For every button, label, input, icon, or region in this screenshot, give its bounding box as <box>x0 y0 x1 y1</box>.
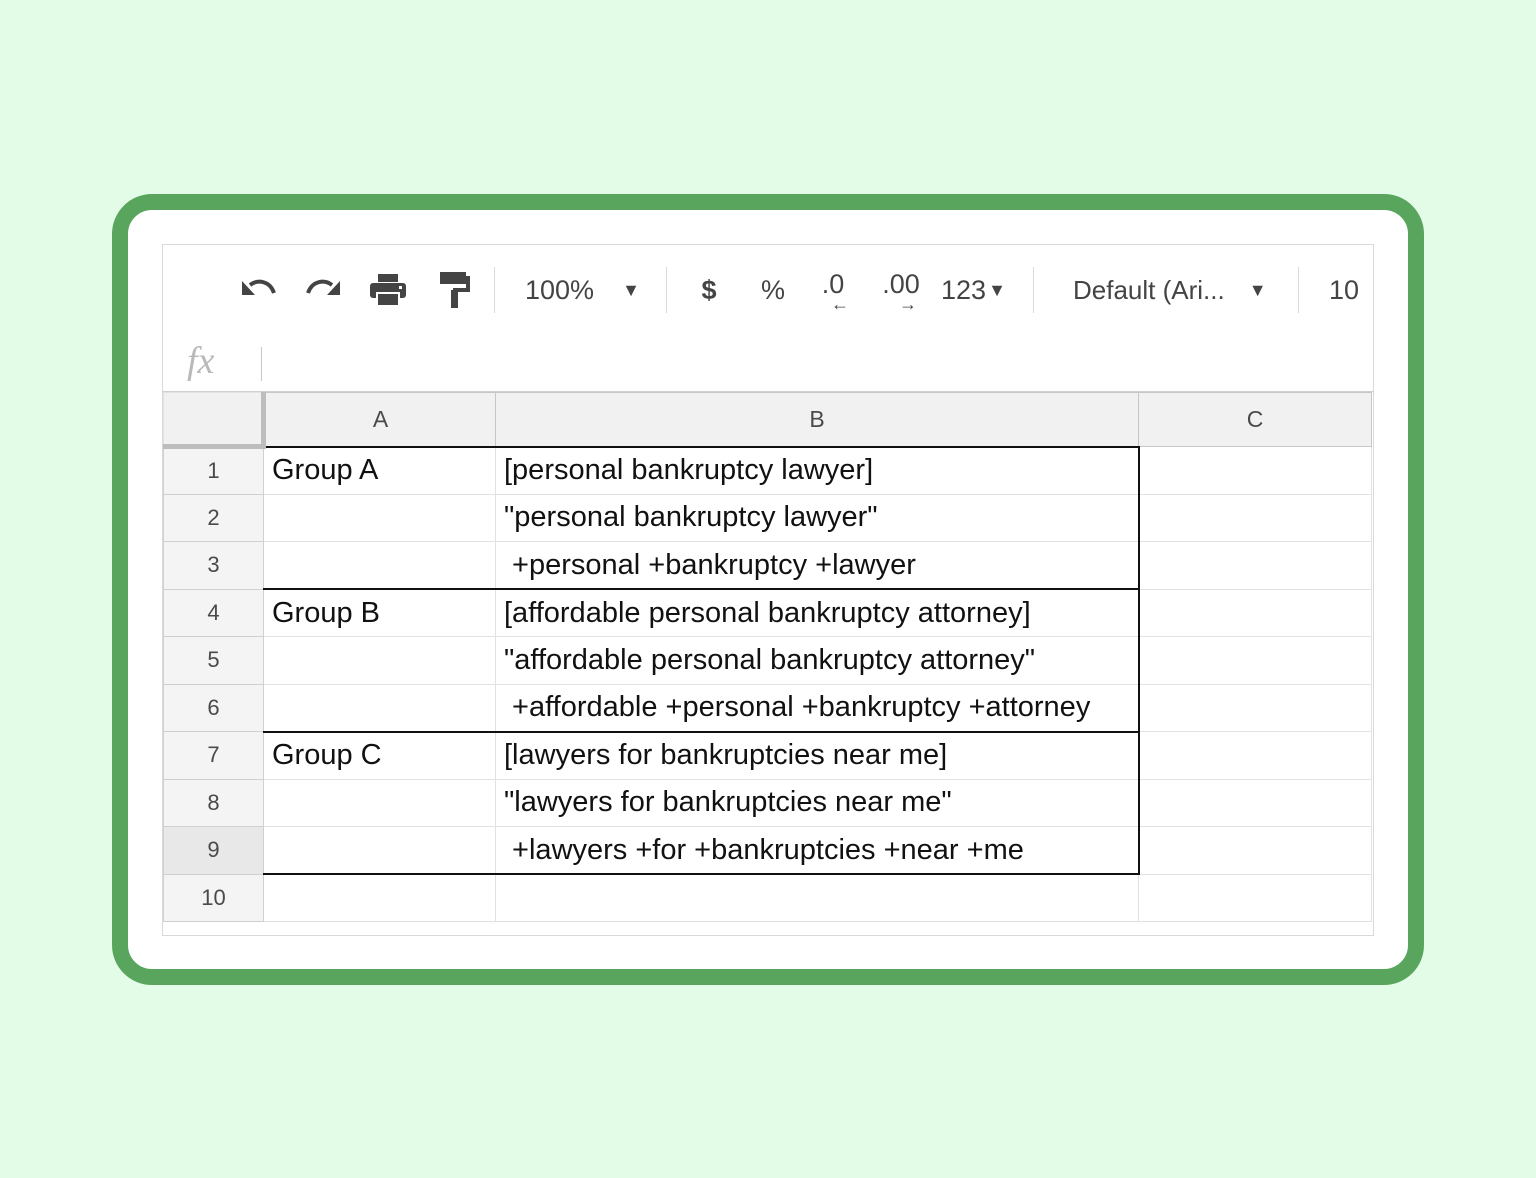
table-row: 6 +affordable +personal +bankruptcy +att… <box>163 683 1372 733</box>
formula-input[interactable] <box>273 341 1357 385</box>
cell-a6[interactable] <box>263 683 496 733</box>
dropdown-caret-icon: ▼ <box>622 279 640 300</box>
row-header[interactable]: 5 <box>163 636 264 685</box>
cell-c3[interactable] <box>1138 541 1372 590</box>
table-row: 2 "personal bankruptcy lawyer" <box>163 493 1372 542</box>
cell-a10[interactable] <box>263 873 496 922</box>
toolbar-divider <box>1298 267 1299 313</box>
row-header[interactable]: 2 <box>163 493 264 542</box>
currency-format-button[interactable]: $ <box>691 267 727 313</box>
column-header-row: A B C <box>163 392 1372 449</box>
row-header[interactable]: 3 <box>163 541 264 590</box>
cell-b7[interactable]: [lawyers for bankruptcies near me] <box>495 731 1140 780</box>
table-row: 9 +lawyers +for +bankruptcies +near +me <box>163 826 1372 875</box>
cell-a1[interactable]: Group A <box>263 445 496 495</box>
cell-c8[interactable] <box>1138 778 1372 827</box>
redo-icon <box>306 279 340 295</box>
increase-decimal-button[interactable]: .00 → <box>875 267 927 313</box>
cell-a2[interactable] <box>263 493 496 542</box>
percent-format-button[interactable]: % <box>755 267 791 313</box>
row-header[interactable]: 8 <box>163 778 264 827</box>
cell-a9[interactable] <box>263 826 496 875</box>
paint-format-icon <box>440 272 470 308</box>
table-row: 5 "affordable personal bankruptcy attorn… <box>163 636 1372 685</box>
percent-label: % <box>760 274 785 305</box>
print-icon <box>370 274 406 307</box>
cell-a8[interactable] <box>263 778 496 827</box>
zoom-select[interactable]: 100% ▼ <box>525 267 653 313</box>
redo-button[interactable] <box>301 267 347 313</box>
cell-b1[interactable]: [personal bankruptcy lawyer] <box>495 445 1140 495</box>
font-size-select[interactable]: 10 <box>1329 267 1373 313</box>
row-header[interactable]: 10 <box>163 873 264 922</box>
column-header-b[interactable]: B <box>495 392 1139 447</box>
cell-c7[interactable] <box>1138 731 1372 780</box>
cell-c10[interactable] <box>1138 873 1372 922</box>
cell-a5[interactable] <box>263 636 496 685</box>
cell-b5[interactable]: "affordable personal bankruptcy attorney… <box>495 636 1140 685</box>
cells-table: A B C 1 Group A [personal bankruptcy law… <box>163 392 1372 922</box>
formula-bar: fx <box>163 335 1373 392</box>
undo-icon <box>242 279 276 295</box>
cell-b2[interactable]: "personal bankruptcy lawyer" <box>495 493 1140 542</box>
column-header-a[interactable]: A <box>263 392 496 447</box>
cell-b6[interactable]: +affordable +personal +bankruptcy +attor… <box>495 683 1140 733</box>
fx-label: fx <box>187 340 215 382</box>
number-format-button[interactable]: 123 ▼ <box>941 267 1015 313</box>
cell-c1[interactable] <box>1138 446 1372 495</box>
cell-c2[interactable] <box>1138 493 1372 542</box>
cell-b9[interactable]: +lawyers +for +bankruptcies +near +me <box>495 826 1140 875</box>
cell-b10[interactable] <box>495 873 1139 922</box>
cell-a3[interactable] <box>263 541 496 590</box>
toolbar-divider <box>666 267 667 313</box>
currency-label: $ <box>701 274 717 305</box>
paint-format-button[interactable] <box>431 267 477 313</box>
row-header[interactable]: 4 <box>163 588 264 637</box>
select-all-corner[interactable] <box>163 392 266 449</box>
row-header[interactable]: 6 <box>163 683 264 732</box>
zoom-value: 100% <box>525 274 595 305</box>
toolbar-divider <box>1033 267 1034 313</box>
undo-button[interactable] <box>235 267 281 313</box>
arrow-right-icon: → <box>899 294 917 314</box>
table-row: 7 Group C [lawyers for bankruptcies near… <box>163 731 1372 780</box>
cell-c5[interactable] <box>1138 636 1372 685</box>
row-header[interactable]: 9 <box>163 826 264 875</box>
table-row: 4 Group B [affordable personal bankruptc… <box>163 588 1372 637</box>
table-row: 10 <box>163 873 1372 922</box>
arrow-left-icon: ← <box>831 294 849 314</box>
row-header[interactable]: 7 <box>163 731 264 780</box>
print-button[interactable] <box>365 267 411 313</box>
cell-b4[interactable]: [affordable personal bankruptcy attorney… <box>495 588 1140 637</box>
font-name: Default (Ari... <box>1073 274 1225 305</box>
column-header-c[interactable]: C <box>1138 392 1372 447</box>
toolbar: 100% ▼ $ % .0 ← .00 → 123 ▼ Default (Ari… <box>163 245 1373 336</box>
font-size-value: 10 <box>1329 274 1360 305</box>
cell-grid: A B C 1 Group A [personal bankruptcy law… <box>163 392 1373 922</box>
table-row: 1 Group A [personal bankruptcy lawyer] <box>163 445 1372 495</box>
cell-c4[interactable] <box>1138 588 1372 637</box>
cell-b3[interactable]: +personal +bankruptcy +lawyer <box>495 541 1140 590</box>
row-header[interactable]: 1 <box>163 446 264 495</box>
cell-a7[interactable]: Group C <box>263 731 496 780</box>
formula-bar-divider <box>261 347 262 381</box>
cell-c9[interactable] <box>1138 826 1372 875</box>
table-row: 3 +personal +bankruptcy +lawyer <box>163 541 1372 590</box>
cell-a4[interactable]: Group B <box>263 588 496 637</box>
font-family-select[interactable]: Default (Ari... ▼ <box>1073 267 1283 313</box>
dropdown-caret-icon: ▼ <box>1248 279 1267 300</box>
cell-b8[interactable]: "lawyers for bankruptcies near me" <box>495 778 1140 827</box>
decrease-decimal-button[interactable]: .0 ← <box>811 267 855 313</box>
toolbar-divider <box>494 267 495 313</box>
cell-c6[interactable] <box>1138 683 1372 732</box>
table-row: 8 "lawyers for bankruptcies near me" <box>163 778 1372 827</box>
spreadsheet: 100% ▼ $ % .0 ← .00 → 123 ▼ Default (Ari… <box>162 244 1374 936</box>
dropdown-caret-icon: ▼ <box>988 279 1006 300</box>
number-format-label: 123 <box>941 274 987 305</box>
